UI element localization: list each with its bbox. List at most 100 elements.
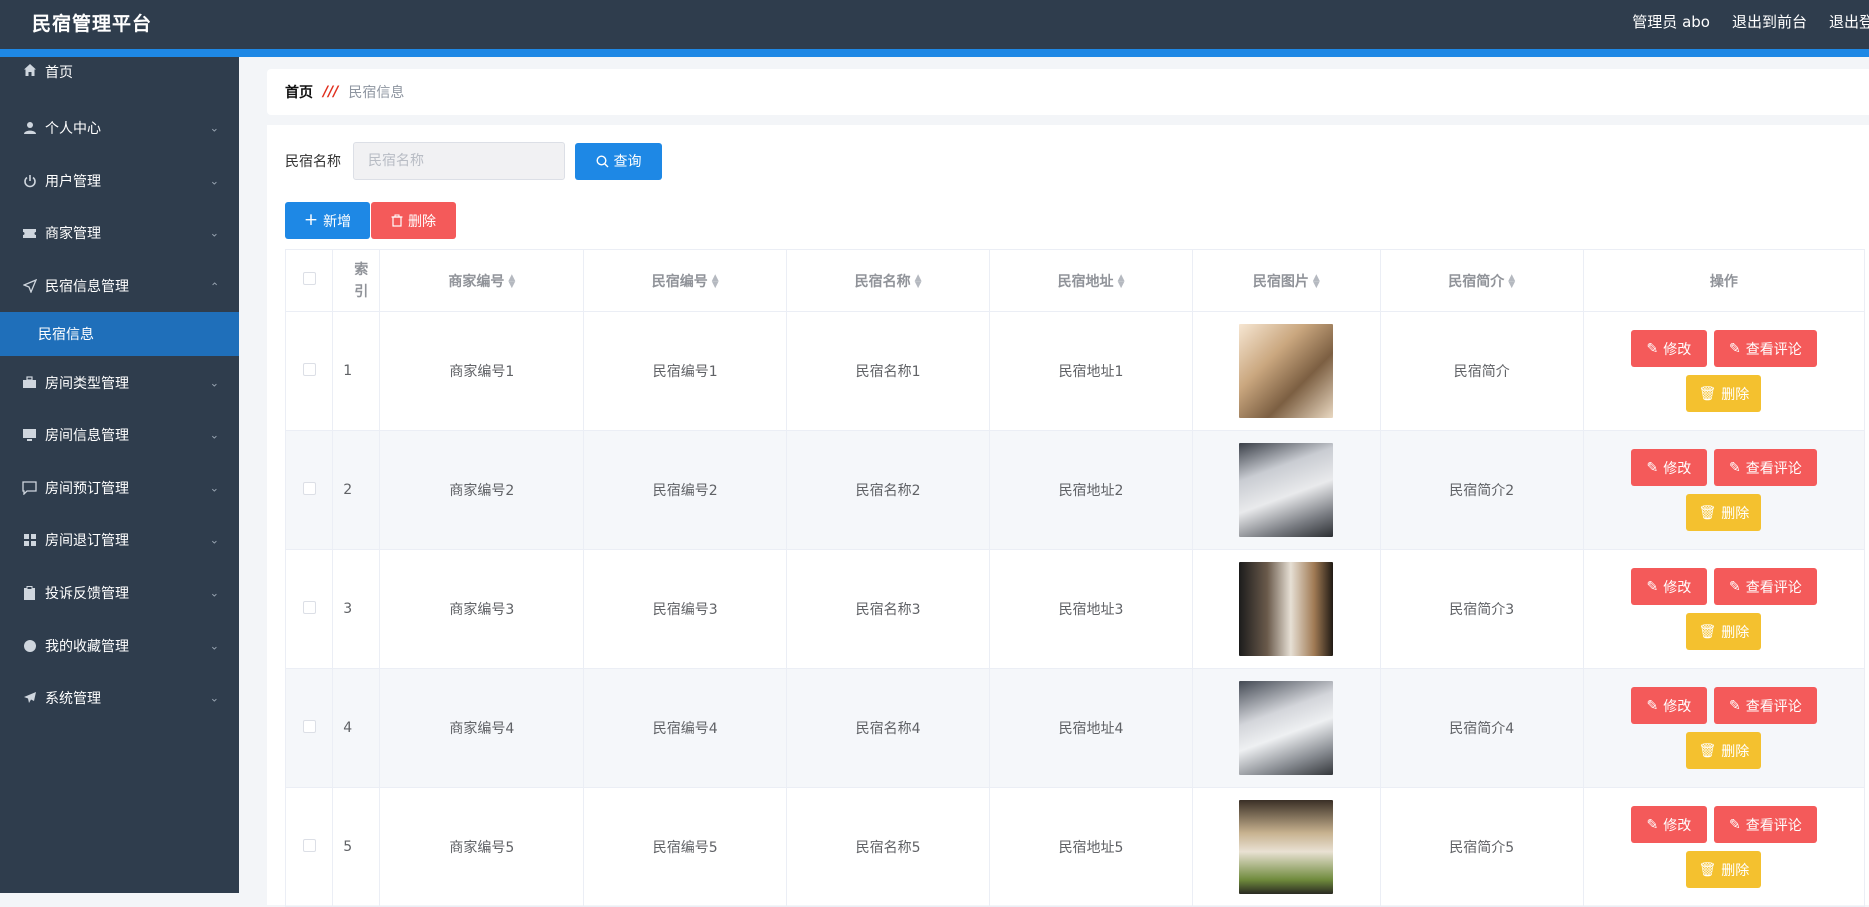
add-button[interactable]: + 新增 xyxy=(285,202,370,239)
homestay-address-cell: 民宿地址5 xyxy=(989,787,1193,907)
sidebar-item-room-type-management[interactable]: 房间类型管理 ⌄ xyxy=(0,356,239,409)
sort-icon[interactable]: ▲ ▼ xyxy=(712,273,719,289)
row-select-cell[interactable] xyxy=(284,549,334,669)
edit-icon: ✎ xyxy=(1646,816,1659,833)
sort-icon[interactable]: ▲ ▼ xyxy=(1118,273,1125,289)
row-checkbox[interactable] xyxy=(302,838,316,852)
row-select-cell[interactable] xyxy=(284,668,334,788)
sort-icon[interactable]: ▲ ▼ xyxy=(915,273,922,289)
row-checkbox[interactable] xyxy=(302,719,316,733)
top-header: 民宿管理平台 管理员 abo 退出到前台 退出登录 xyxy=(0,0,1869,57)
sidebar-item-room-cancel-management[interactable]: 房间退订管理 ⌄ xyxy=(0,514,239,567)
sidebar-item-label: 房间退订管理 xyxy=(45,533,129,550)
edit-button[interactable]: ✎ 修改 xyxy=(1630,568,1707,605)
sidebar-item-merchant-management[interactable]: 商家管理 ⌄ xyxy=(0,207,239,260)
view-comments-button[interactable]: ✎ 查看评论 xyxy=(1713,568,1817,605)
sidebar-item-system-management[interactable]: 系统管理 ⌄ xyxy=(0,672,239,725)
query-button[interactable]: 查询 xyxy=(575,142,662,180)
chevron-down-icon: ⌄ xyxy=(209,481,219,495)
sidebar-subitem-homestay-info[interactable]: 民宿信息 xyxy=(0,312,239,357)
homestay-thumbnail[interactable] xyxy=(1239,324,1334,418)
edit-icon: ✎ xyxy=(1646,340,1659,357)
sidebar-item-my-favorites-management[interactable]: 我的收藏管理 ⌄ xyxy=(0,619,239,672)
chevron-down-icon: ⌄ xyxy=(209,428,219,442)
homestay-no-cell: 民宿编号1 xyxy=(583,311,788,431)
table-row: 5 商家编号5 民宿编号5 民宿名称5 民宿地址5 民宿简介5 ✎ 修改 ✎ 查看评… xyxy=(284,787,1866,907)
header-homestay-name[interactable]: 民宿名称 ▲ ▼ xyxy=(786,249,991,312)
select-all-cell[interactable] xyxy=(284,249,334,312)
chevron-down-icon: ⌄ xyxy=(209,226,219,240)
row-select-cell[interactable] xyxy=(284,430,334,550)
batch-delete-button[interactable]: 删除 xyxy=(371,202,456,239)
clipboard-icon xyxy=(22,585,37,601)
homestay-no-cell: 民宿编号3 xyxy=(583,549,788,669)
sidebar-subitem-label: 民宿信息 xyxy=(38,327,94,344)
row-select-cell[interactable] xyxy=(284,787,334,907)
chevron-down-icon: ⌄ xyxy=(209,121,219,135)
homestay-intro-cell: 民宿简介2 xyxy=(1379,430,1584,550)
edit-icon: ✎ xyxy=(1728,340,1741,357)
header-operations: 操作 xyxy=(1582,249,1866,312)
sidebar-item-room-info-management[interactable]: 房间信息管理 ⌄ xyxy=(0,409,239,462)
sort-icon[interactable]: ▲ ▼ xyxy=(508,273,515,289)
index-cell: 1 xyxy=(332,311,381,431)
row-select-cell[interactable] xyxy=(284,311,334,431)
row-delete-button[interactable]: 🗑 删除 xyxy=(1686,494,1762,531)
sidebar-item-homestay-info-management[interactable]: 民宿信息管理 ⌄ xyxy=(0,260,239,313)
row-delete-button[interactable]: 🗑 删除 xyxy=(1686,851,1762,888)
search-label: 民宿名称 xyxy=(285,154,341,170)
merchant-no-cell: 商家编号3 xyxy=(379,549,585,669)
view-comments-button[interactable]: ✎ 查看评论 xyxy=(1713,449,1817,486)
header-homestay-image[interactable]: 民宿图片 ▲ ▼ xyxy=(1191,249,1381,312)
operations-cell: ✎ 修改 ✎ 查看评论 🗑 删除 xyxy=(1582,787,1866,907)
homestay-name-cell: 民宿名称3 xyxy=(786,549,991,669)
sidebar-item-label: 房间预订管理 xyxy=(45,480,129,497)
sidebar-item-complaint-feedback-management[interactable]: 投诉反馈管理 ⌄ xyxy=(0,567,239,620)
header-homestay-intro[interactable]: 民宿简介 ▲ ▼ xyxy=(1379,249,1584,312)
sidebar-item-personal-center[interactable]: 个人中心 ⌄ xyxy=(0,102,239,155)
logout-link[interactable]: 退出登录 xyxy=(1829,11,1869,32)
edit-button[interactable]: ✎ 修改 xyxy=(1630,806,1707,843)
edit-button[interactable]: ✎ 修改 xyxy=(1630,687,1707,724)
row-checkbox[interactable] xyxy=(302,481,316,495)
paper-plane-icon xyxy=(22,691,37,706)
header-homestay-no[interactable]: 民宿编号 ▲ ▼ xyxy=(583,249,788,312)
row-checkbox[interactable] xyxy=(302,600,316,614)
row-delete-button[interactable]: 🗑 删除 xyxy=(1686,732,1762,769)
homestay-thumbnail[interactable] xyxy=(1239,681,1334,775)
edit-icon: ✎ xyxy=(1728,697,1741,714)
sidebar-item-user-management[interactable]: 用户管理 ⌄ xyxy=(0,155,239,208)
homestay-intro-cell: 民宿简介3 xyxy=(1379,549,1584,669)
homestay-image-cell xyxy=(1191,549,1381,669)
homestay-thumbnail[interactable] xyxy=(1239,443,1334,537)
grid-icon xyxy=(22,533,37,548)
header-homestay-address[interactable]: 民宿地址 ▲ ▼ xyxy=(989,249,1193,312)
search-input[interactable] xyxy=(353,142,565,180)
homestay-thumbnail[interactable] xyxy=(1239,562,1334,656)
row-delete-button[interactable]: 🗑 删除 xyxy=(1686,375,1762,412)
sort-icon[interactable]: ▲ ▼ xyxy=(1313,273,1320,289)
header-merchant-no[interactable]: 商家编号 ▲ ▼ xyxy=(379,249,585,312)
row-delete-button[interactable]: 🗑 删除 xyxy=(1686,613,1762,650)
select-all-checkbox[interactable] xyxy=(302,272,316,285)
app-title: 民宿管理平台 xyxy=(32,13,153,35)
chevron-down-icon: ⌄ xyxy=(209,376,219,390)
sidebar-item-room-booking-management[interactable]: 房间预订管理 ⌄ xyxy=(0,462,239,515)
view-comments-button[interactable]: ✎ 查看评论 xyxy=(1713,687,1817,724)
view-comments-button[interactable]: ✎ 查看评论 xyxy=(1713,806,1817,843)
sidebar-item-home[interactable]: 首页 xyxy=(0,57,239,86)
view-comments-button[interactable]: ✎ 查看评论 xyxy=(1713,330,1817,367)
homestay-no-cell: 民宿编号5 xyxy=(583,787,788,907)
row-checkbox[interactable] xyxy=(302,362,316,376)
edit-icon: ✎ xyxy=(1646,459,1659,476)
sort-icon[interactable]: ▲ ▼ xyxy=(1508,273,1515,289)
edit-button[interactable]: ✎ 修改 xyxy=(1630,449,1707,486)
sidebar-item-label: 个人中心 xyxy=(45,121,101,138)
breadcrumb-home[interactable]: 首页 xyxy=(285,82,313,102)
edit-button[interactable]: ✎ 修改 xyxy=(1630,330,1707,367)
homestay-thumbnail[interactable] xyxy=(1239,800,1334,894)
exit-to-front-link[interactable]: 退出到前台 xyxy=(1732,11,1807,32)
homestay-image-cell xyxy=(1191,668,1381,788)
table-row: 4 商家编号4 民宿编号4 民宿名称4 民宿地址4 民宿简介4 ✎ 修改 ✎ 查看评… xyxy=(284,668,1866,788)
operations-cell: ✎ 修改 ✎ 查看评论 🗑 删除 xyxy=(1582,668,1866,788)
